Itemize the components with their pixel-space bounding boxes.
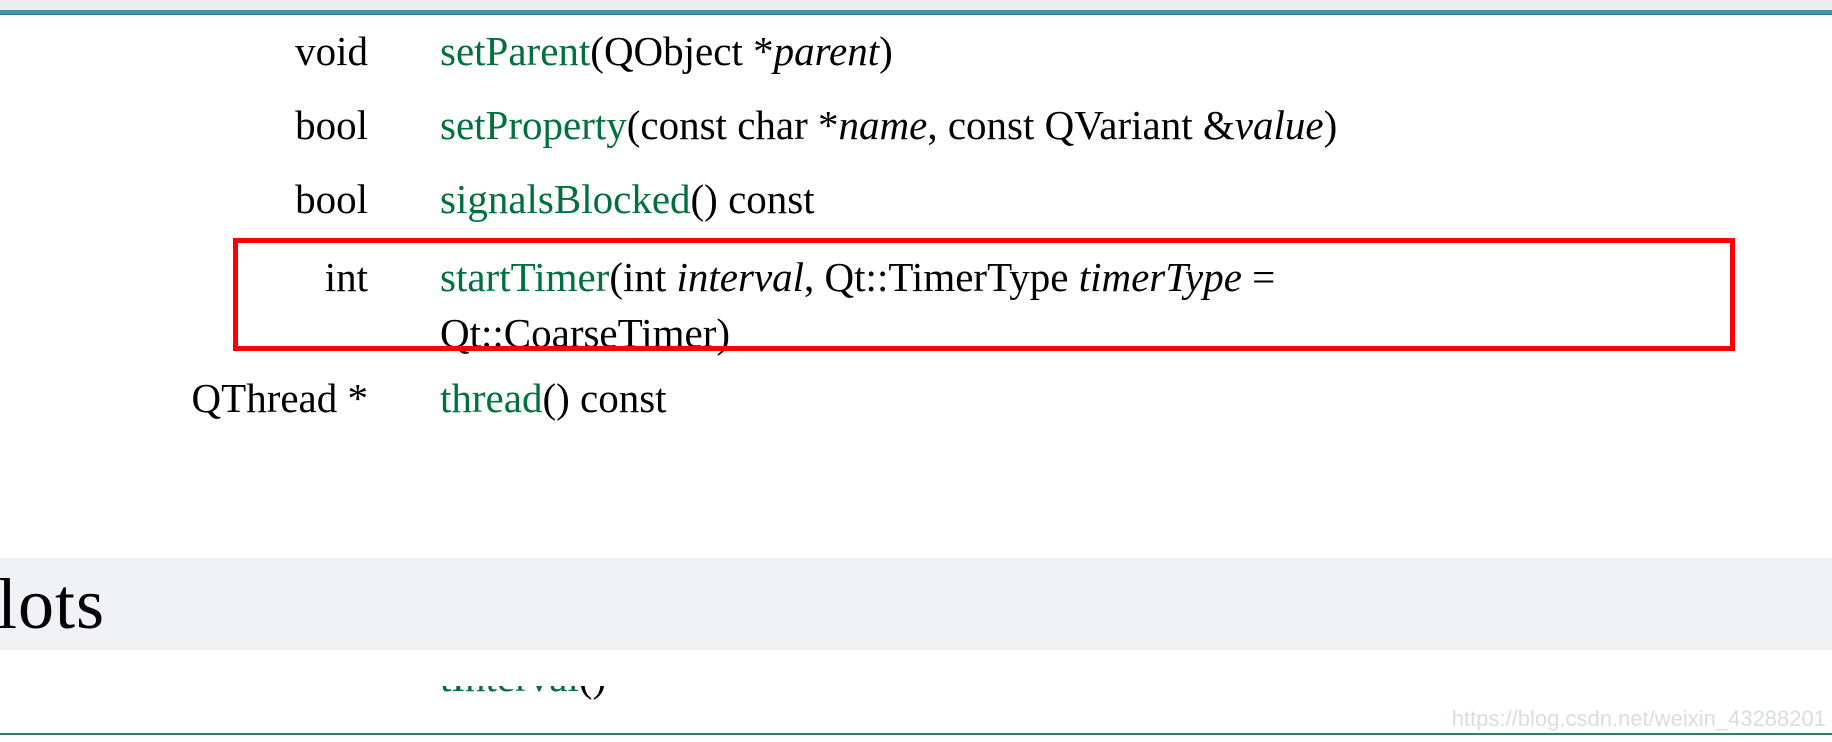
signature-cell: setParent(QObject *parent): [368, 14, 1832, 88]
table-row: void setParent(QObject *parent): [0, 14, 1832, 88]
parameter-name: parent: [773, 28, 880, 74]
signature-text-tail: ): [879, 28, 893, 74]
section-heading-band: [0, 558, 1832, 650]
signature-text-tail: =: [1241, 254, 1276, 300]
parameter-name: name: [838, 102, 928, 148]
parameter-name-2: timerType: [1078, 254, 1242, 300]
signature-text: (): [579, 686, 606, 700]
function-name-link[interactable]: startTimer: [440, 254, 609, 300]
return-type-cell: void: [295, 28, 368, 74]
table-row-highlighted: int startTimer(int interval, Qt::TimerTy…: [0, 236, 1832, 361]
return-type-cell: QThread *: [191, 375, 368, 421]
table-row: bool signalsBlocked() const: [0, 162, 1832, 236]
signature-text: () const: [542, 375, 667, 421]
return-type-cell: bool: [295, 102, 368, 148]
function-name-link[interactable]: thread: [440, 375, 542, 421]
return-type-cell: int: [324, 254, 368, 300]
parameter-name-2: value: [1234, 102, 1324, 148]
function-name-link[interactable]: tInterval: [440, 686, 579, 700]
table-row: bool setProperty(const char *name, const…: [0, 88, 1832, 162]
signature-text: (QObject *: [590, 28, 774, 74]
function-name-link[interactable]: setParent: [440, 28, 590, 74]
section-heading-title: Slots: [0, 564, 106, 644]
return-type-cell: bool: [295, 176, 368, 222]
parameter-name: interval: [676, 254, 805, 300]
member-function-table: void setParent(QObject *parent) bool set…: [0, 14, 1832, 435]
signature-cell: setProperty(const char *name, const QVar…: [368, 88, 1832, 162]
signature-cell: signalsBlocked() const: [368, 162, 1832, 236]
table-row: QThread * thread() const: [0, 361, 1832, 435]
watermark-url: https://blog.csdn.net/weixin_43288201: [1451, 706, 1826, 731]
signature-text-tail: ): [1323, 102, 1338, 148]
bottom-divider-rule: [0, 733, 1832, 735]
top-chrome-strip: [0, 0, 1832, 10]
signature-text: (int: [609, 254, 677, 300]
signature-cell: startTimer(int interval, Qt::TimerType t…: [368, 236, 1832, 361]
signature-text: () const: [690, 176, 815, 222]
function-name-link[interactable]: setProperty: [440, 102, 627, 148]
signature-text-mid: , const QVariant &: [927, 102, 1235, 148]
signature-text: (const char *: [626, 102, 839, 148]
signature-default-value: Qt::CoarseTimer): [440, 310, 731, 356]
signature-text-mid: , Qt::TimerType: [804, 254, 1079, 300]
function-name-link[interactable]: signalsBlocked: [440, 176, 691, 222]
signature-cell: thread() const: [368, 361, 1832, 435]
